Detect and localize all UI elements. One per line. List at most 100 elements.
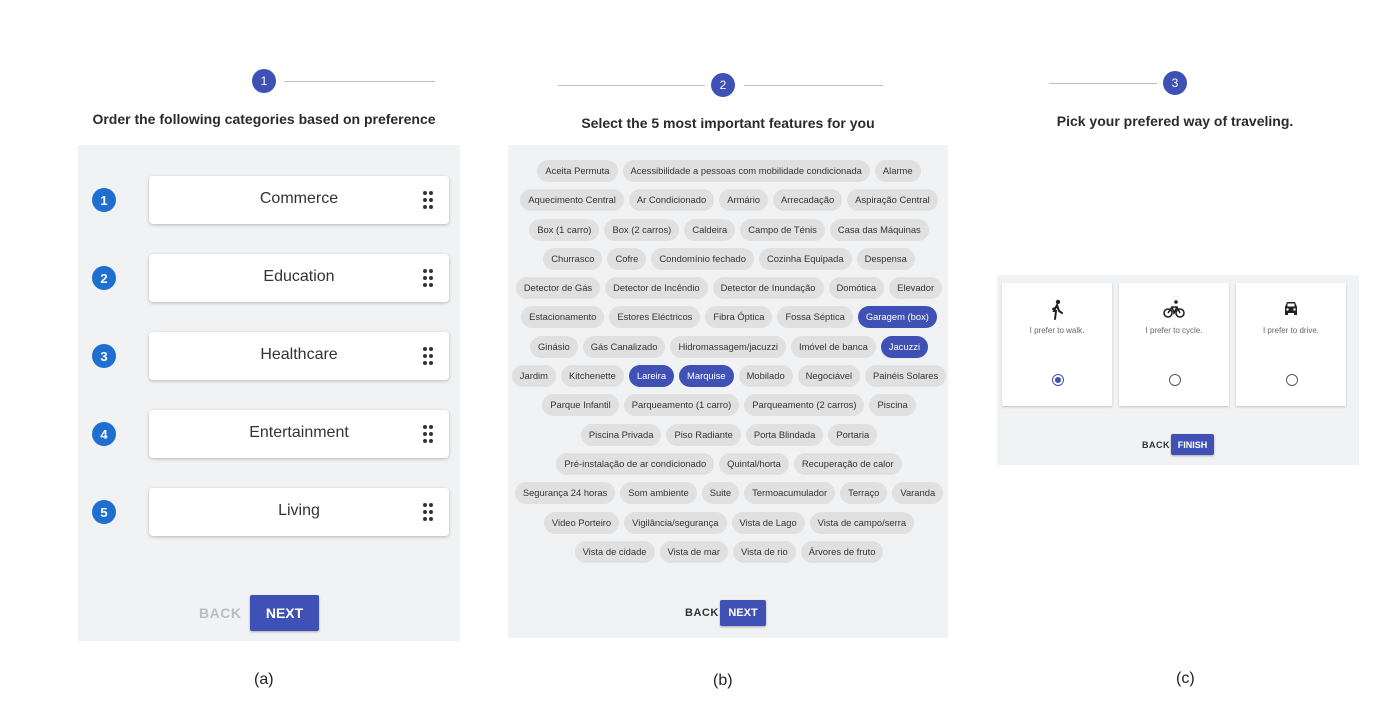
feature-chip[interactable]: Cozinha Equipada [758, 247, 852, 270]
feature-chip[interactable]: Lareira [628, 365, 675, 388]
chip-row: Parque Infantil Parqueamento (1 carro) Par… [510, 394, 948, 417]
feature-chip[interactable]: Jacuzzi [880, 335, 929, 358]
feature-chip[interactable]: Árvores de fruto [800, 540, 884, 563]
feature-chip[interactable]: Arrecadação [773, 189, 843, 212]
feature-chip[interactable]: Churrasco [543, 247, 603, 270]
feature-chip[interactable]: Armário [719, 189, 769, 212]
feature-chip[interactable]: Condomínio fechado [651, 247, 754, 270]
category-card-education[interactable]: Education [149, 254, 449, 302]
ranking-panel: 1 Commerce 2 Education 3 Healthcare 4 En… [78, 145, 460, 641]
feature-chip[interactable]: Terraço [840, 482, 888, 505]
category-label: Healthcare [260, 346, 338, 363]
feature-chip[interactable]: Vista de campo/serra [809, 511, 915, 534]
feature-chip[interactable]: Aceita Permuta [537, 160, 618, 182]
walk-radio[interactable] [1052, 374, 1064, 386]
feature-chip[interactable]: Box (2 carros) [604, 218, 680, 241]
feature-chip[interactable]: Vista de rio [732, 540, 796, 563]
feature-chip[interactable]: Hidromassagem/jacuzzi [670, 335, 786, 358]
feature-chip[interactable]: Parqueamento (1 carro) [623, 394, 740, 417]
rank-badge: 4 [92, 422, 116, 446]
feature-chip[interactable]: Jardim [511, 365, 556, 388]
feature-chip[interactable]: Varanda [892, 482, 944, 505]
feature-chip[interactable]: Fossa Séptica [777, 306, 853, 329]
feature-chip[interactable]: Campo de Ténis [740, 218, 825, 241]
category-card-living[interactable]: Living [149, 488, 449, 536]
option-label: I prefer to drive. [1262, 326, 1320, 335]
feature-chip[interactable]: Fibra Óptica [705, 306, 773, 329]
feature-chip[interactable]: Recuperação de calor [793, 452, 902, 475]
drag-handle-icon[interactable] [423, 425, 433, 443]
feature-chip[interactable]: Painéis Solares [865, 365, 947, 388]
feature-chip[interactable]: Kitchenette [560, 365, 624, 388]
feature-chip[interactable]: Video Porteiro [543, 511, 620, 534]
step-connector [284, 81, 435, 82]
option-card-drive[interactable]: I prefer to drive. [1236, 283, 1346, 406]
feature-chip[interactable]: Box (1 carro) [529, 218, 600, 241]
feature-chip[interactable]: Termoacumulador [744, 482, 836, 505]
feature-chip[interactable]: Detector de Incêndio [605, 277, 708, 300]
drag-handle-icon[interactable] [423, 269, 433, 287]
feature-chip[interactable]: Vista de cidade [574, 540, 655, 563]
drive-radio[interactable] [1286, 374, 1298, 386]
feature-chip[interactable]: Piso Radiante [666, 423, 741, 446]
option-card-cycle[interactable]: I prefer to cycle. [1119, 283, 1229, 406]
feature-chip[interactable]: Ar Condicionado [628, 189, 715, 212]
feature-chip[interactable]: Vigilância/segurança [624, 511, 727, 534]
feature-chip[interactable]: Estacionamento [521, 306, 605, 329]
category-label: Commerce [259, 190, 339, 207]
feature-chip-list: Aceita Permuta Acessibilidade a pessoas c… [510, 160, 948, 570]
feature-chip[interactable]: Estores Eléctricos [609, 306, 701, 329]
feature-chip[interactable]: Detector de Gás [515, 277, 601, 300]
feature-chip[interactable]: Gás Canalizado [582, 335, 666, 358]
feature-chip[interactable]: Acessibilidade a pessoas com mobilidade … [622, 160, 870, 182]
feature-chip[interactable]: Alarme [874, 160, 921, 182]
feature-chip[interactable]: Vista de Lago [731, 511, 805, 534]
back-button[interactable]: BACK [1142, 440, 1170, 450]
category-card-healthcare[interactable]: Healthcare [149, 332, 449, 380]
back-button[interactable]: BACK [199, 605, 241, 621]
feature-chip[interactable]: Piscina [869, 394, 916, 417]
drag-handle-icon[interactable] [423, 503, 433, 521]
drag-handle-icon[interactable] [423, 191, 433, 209]
chip-row: Jardim Kitchenette Lareira Marquise Mobilado… [510, 365, 948, 388]
finish-button[interactable]: FINISH [1171, 434, 1214, 455]
feature-chip[interactable]: Detector de Inundação [712, 277, 824, 300]
page-title: Order the following categories based on … [92, 111, 436, 127]
feature-chip[interactable]: Parque Infantil [542, 394, 619, 417]
feature-chip[interactable]: Cofre [607, 247, 647, 270]
feature-chip[interactable]: Aspiração Central [847, 189, 938, 212]
feature-chip[interactable]: Domótica [828, 277, 885, 300]
feature-chip[interactable]: Negociável [797, 365, 861, 388]
chip-row: Aceita Permuta Acessibilidade a pessoas c… [510, 160, 948, 182]
feature-chip[interactable]: Som ambiente [620, 482, 697, 505]
feature-chip[interactable]: Pré-instalação de ar condicionado [556, 452, 715, 475]
feature-chip[interactable]: Elevador [889, 277, 943, 300]
feature-chip[interactable]: Aquecimento Central [520, 189, 624, 212]
car-icon [1236, 299, 1346, 321]
feature-chip[interactable]: Segurança 24 horas [514, 482, 616, 505]
back-button[interactable]: BACK [685, 607, 719, 619]
feature-chip[interactable]: Despensa [856, 247, 915, 270]
feature-chip[interactable]: Suite [701, 482, 740, 505]
feature-chip[interactable]: Mobilado [738, 365, 793, 388]
drag-handle-icon[interactable] [423, 347, 433, 365]
feature-chip[interactable]: Portaria [828, 423, 878, 446]
feature-chip[interactable]: Marquise [679, 365, 734, 388]
feature-chip[interactable]: Porta Blindada [745, 423, 824, 446]
feature-chip[interactable]: Quintal/horta [719, 452, 789, 475]
category-card-entertainment[interactable]: Entertainment [149, 410, 449, 458]
next-button[interactable]: NEXT [250, 595, 319, 631]
feature-chip[interactable]: Parqueamento (2 carros) [744, 394, 865, 417]
feature-chip[interactable]: Piscina Privada [580, 423, 662, 446]
category-card-commerce[interactable]: Commerce [149, 176, 449, 224]
chip-row: Box (1 carro) Box (2 carros) Caldeira Campo… [510, 218, 948, 241]
feature-chip[interactable]: Vista de mar [659, 540, 728, 563]
feature-chip[interactable]: Casa das Máquinas [829, 218, 929, 241]
feature-chip[interactable]: Ginásio [529, 335, 578, 358]
option-card-walk[interactable]: I prefer to walk. [1002, 283, 1112, 406]
feature-chip[interactable]: Caldeira [684, 218, 736, 241]
feature-chip[interactable]: Imóvel de banca [790, 335, 876, 358]
next-button[interactable]: NEXT [720, 600, 766, 626]
cycle-radio[interactable] [1169, 374, 1181, 386]
feature-chip[interactable]: Garagem (box) [857, 306, 937, 329]
